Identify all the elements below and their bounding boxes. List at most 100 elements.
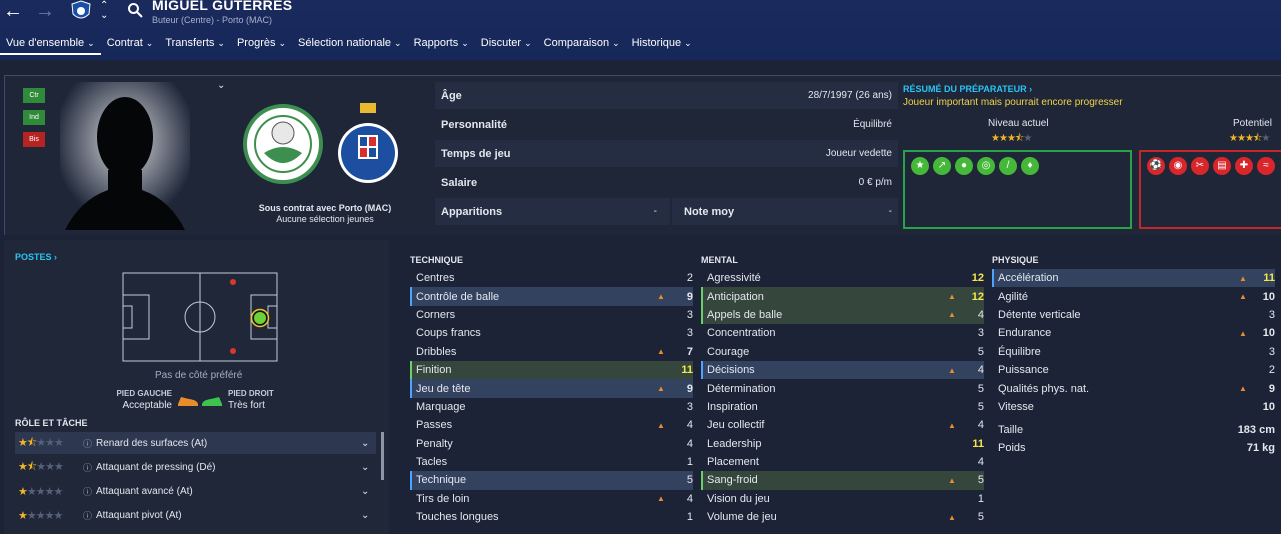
position-pitch[interactable] <box>122 272 278 362</box>
scissors-trait-icon[interactable]: ✂ <box>1191 157 1209 175</box>
attribute-row[interactable]: Touches longues 1 <box>410 508 693 526</box>
eye-trait-icon[interactable]: ◉ <box>1169 157 1187 175</box>
height-value: 183 cm <box>1237 424 1275 437</box>
attribute-row[interactable]: Jeu de tête ▲ 9 <box>410 379 693 398</box>
role-stars: ★⯪★★★ <box>18 458 83 477</box>
info-icon[interactable]: ⓘ <box>83 461 96 474</box>
attribute-row[interactable]: Vision du jeu 1 <box>701 490 984 508</box>
attribute-value: 5 <box>977 474 984 487</box>
attribute-row[interactable]: Endurance ▲ 10 <box>992 324 1275 342</box>
playtime-row[interactable]: Temps de jeu Joueur vedette <box>435 140 898 167</box>
attribute-row[interactable]: Dribbles ▲ 7 <box>410 343 693 361</box>
role-list-scrollbar[interactable] <box>381 432 384 480</box>
info-icon[interactable]: ⓘ <box>83 509 96 522</box>
attribute-row[interactable]: Passes ▲ 4 <box>410 416 693 434</box>
attribute-row[interactable]: Contrôle de balle ▲ 9 <box>410 287 693 306</box>
menu-item-4[interactable]: Progrès ⌄ <box>231 35 292 55</box>
menu-item-1[interactable]: Vue d'ensemble ⌄ <box>0 35 101 55</box>
role-row[interactable]: ★⯪★★★ ⓘ Renard des surfaces (At) ⌄ <box>15 432 376 454</box>
menu-item-label: Comparaison <box>543 37 610 49</box>
attribute-row[interactable]: Tirs de loin ▲ 4 <box>410 490 693 508</box>
star-trait-icon[interactable]: ★ <box>911 157 929 175</box>
attribute-row[interactable]: Agressivité 12 <box>701 269 984 287</box>
search-icon[interactable] <box>127 2 143 18</box>
attribute-row[interactable]: Coups francs 3 <box>410 324 693 342</box>
role-row[interactable]: ★★★★★ ⓘ Attaquant avancé (At) ⌄ <box>15 480 376 502</box>
chevron-down-icon[interactable]: ⌄ <box>361 510 376 521</box>
info-icon[interactable]: ⓘ <box>83 437 96 450</box>
target-trait-icon[interactable]: ◎ <box>977 157 995 175</box>
ball-trait-icon[interactable]: ⚽ <box>1147 157 1165 175</box>
attribute-row[interactable]: Volume de jeu ▲ 5 <box>701 508 984 526</box>
attribute-row[interactable]: Leadership 11 <box>701 435 984 453</box>
attribute-value: 4 <box>977 419 984 432</box>
document-trait-icon[interactable]: ▤ <box>1213 157 1231 175</box>
attribute-row[interactable]: Penalty 4 <box>410 435 693 453</box>
rating-star-icon: ★ <box>998 133 1008 144</box>
attribute-row[interactable]: Vitesse 10 <box>992 398 1275 416</box>
attribute-row[interactable]: Appels de balle ▲ 4 <box>701 305 984 325</box>
rating-star-icon: ★ <box>45 436 55 449</box>
lightbulb-trait-icon[interactable]: ♦ <box>1021 157 1039 175</box>
chevron-down-icon[interactable]: ⌄ <box>361 486 376 497</box>
attribute-row[interactable]: Accélération ▲ 11 <box>992 269 1275 288</box>
attribute-row[interactable]: Détermination 5 <box>701 379 984 397</box>
physique-attributes: Accélération ▲ 11 Agilité ▲ 10 Détente vertica… <box>992 269 1275 416</box>
info-icon[interactable]: ⓘ <box>83 485 96 498</box>
menu-item-label: Historique <box>631 37 682 49</box>
forward-arrow-icon[interactable]: → <box>35 0 55 22</box>
progress-trait-icon[interactable]: ↗ <box>933 157 951 175</box>
attribute-row[interactable]: Détente verticale 3 <box>992 306 1275 324</box>
attribute-row[interactable]: Équilibre 3 <box>992 343 1275 361</box>
chevron-down-icon[interactable]: ⌄ <box>361 438 376 449</box>
menu-item-9[interactable]: Historique ⌄ <box>626 35 698 55</box>
attribute-row[interactable]: Puissance 2 <box>992 361 1275 379</box>
attribute-name: Sang-froid <box>707 474 758 487</box>
attribute-row[interactable]: Courage 5 <box>701 343 984 361</box>
menu-item-6[interactable]: Rapports ⌄ <box>408 35 475 55</box>
attribute-value: 12 <box>971 272 984 285</box>
boot-trait-icon[interactable]: / <box>999 157 1017 175</box>
attribute-row[interactable]: Qualités phys. nat. ▲ 9 <box>992 379 1275 397</box>
role-row[interactable]: ★⯪★★★ ⓘ Attaquant de pressing (Dé) ⌄ <box>15 456 376 478</box>
attribute-row[interactable]: Marquage 3 <box>410 398 693 416</box>
positions-link[interactable]: POSTES › <box>15 252 57 262</box>
personality-row[interactable]: Personnalité Équilibré <box>435 111 898 138</box>
attribute-row[interactable]: Sang-froid ▲ 5 <box>701 471 984 490</box>
rating-star-icon: ★ <box>1244 133 1254 144</box>
attribute-row[interactable]: Centres 2 <box>410 269 693 287</box>
attribute-row[interactable]: Finition 11 <box>410 360 693 380</box>
back-arrow-icon[interactable]: ← <box>3 0 23 22</box>
attribute-row[interactable]: Agilité ▲ 10 <box>992 287 1275 305</box>
club-crest-icon[interactable] <box>70 0 92 22</box>
arrow-up-icon: ▲ <box>657 347 665 357</box>
attribute-row[interactable]: Jeu collectif ▲ 4 <box>701 416 984 434</box>
right-foot-label: PIED DROIT <box>228 389 274 398</box>
attribute-row[interactable]: Tacles 1 <box>410 453 693 471</box>
attribute-row[interactable]: Placement 4 <box>701 453 984 471</box>
rating-star-icon: ★ <box>26 485 37 498</box>
medical-cross-icon[interactable]: ✚ <box>1235 157 1253 175</box>
left-foot-label: PIED GAUCHE <box>116 389 172 398</box>
attribute-row[interactable]: Concentration 3 <box>701 324 984 342</box>
attribute-row[interactable]: Anticipation ▲ 12 <box>701 287 984 306</box>
attribute-row[interactable]: Corners 3 <box>410 306 693 324</box>
arrow-up-icon: ▲ <box>657 420 665 430</box>
rating-star-icon: ★ <box>991 133 1000 144</box>
attribute-row[interactable]: Décisions ▲ 4 <box>701 360 984 380</box>
boots-trait-icon[interactable]: ≈ <box>1257 157 1275 175</box>
menu-item-3[interactable]: Transferts ⌄ <box>159 35 231 55</box>
head-trait-icon[interactable]: ● <box>955 157 973 175</box>
next-player-icon[interactable]: ⌄ <box>100 10 108 21</box>
role-row[interactable]: ★★★★★ ⓘ Attaquant pivot (At) ⌄ <box>15 504 376 526</box>
chevron-down-icon[interactable]: ⌄ <box>361 462 376 473</box>
menu-item-5[interactable]: Sélection nationale ⌄ <box>292 35 408 55</box>
menu-item-2[interactable]: Contrat ⌄ <box>101 35 160 55</box>
role-name: Attaquant pivot (At) <box>96 509 182 521</box>
coach-report-link[interactable]: RÉSUMÉ DU PRÉPARATEUR › <box>903 84 1032 94</box>
avatar-dropdown-chevron-icon[interactable]: ⌄ <box>217 80 225 91</box>
menu-item-7[interactable]: Discuter ⌄ <box>475 35 538 55</box>
attribute-row[interactable]: Inspiration 5 <box>701 398 984 416</box>
attribute-row[interactable]: Technique 5 <box>410 471 693 490</box>
menu-item-8[interactable]: Comparaison ⌄ <box>538 35 626 55</box>
